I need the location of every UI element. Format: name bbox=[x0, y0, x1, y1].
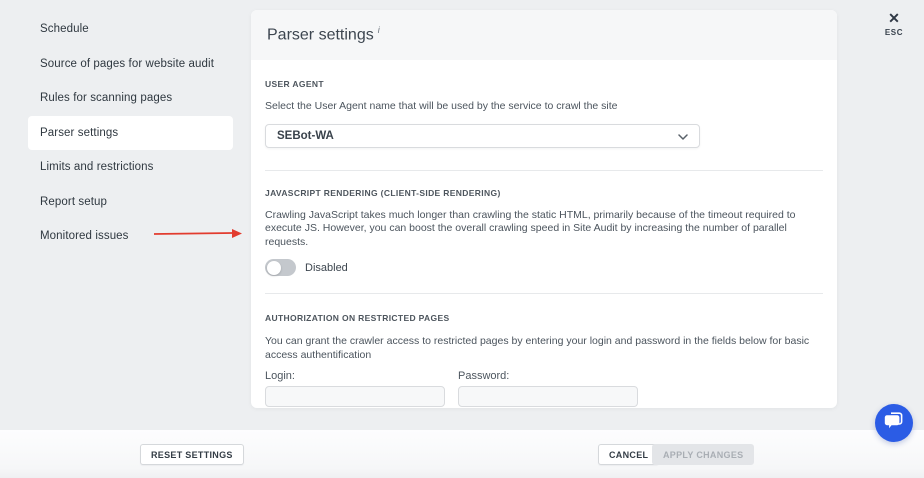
page-title: Parser settings i bbox=[267, 25, 380, 44]
sidebar-item-source-of-pages[interactable]: Source of pages for website audit bbox=[28, 47, 233, 82]
login-label: Login: bbox=[265, 370, 295, 382]
user-agent-description: Select the User Agent name that will be … bbox=[265, 100, 618, 112]
settings-sidebar: Schedule Source of pages for website aud… bbox=[28, 12, 233, 254]
login-input[interactable] bbox=[265, 386, 445, 407]
login-field-group: Login: bbox=[265, 370, 445, 407]
info-mark-icon[interactable]: i bbox=[378, 25, 380, 35]
sidebar-item-parser-settings[interactable]: Parser settings bbox=[28, 115, 233, 150]
sidebar-item-limits-restrictions[interactable]: Limits and restrictions bbox=[28, 150, 233, 185]
parser-settings-panel: Parser settings i USER AGENT Select the U… bbox=[251, 10, 837, 408]
user-agent-section-label: USER AGENT bbox=[265, 79, 324, 89]
esc-hint-label: ESC bbox=[884, 28, 904, 37]
section-divider bbox=[265, 169, 823, 171]
user-agent-selected-value: SEBot-WA bbox=[277, 129, 334, 142]
password-field-group: Password: bbox=[458, 370, 638, 407]
js-rendering-toggle[interactable] bbox=[265, 259, 296, 276]
authorization-description: You can grant the crawler access to rest… bbox=[265, 335, 810, 361]
close-button[interactable]: ✕ ESC bbox=[879, 11, 909, 38]
authorization-section-label: AUTHORIZATION ON RESTRICTED PAGES bbox=[265, 313, 450, 323]
panel-header: Parser settings i bbox=[251, 10, 837, 60]
red-annotation-arrow bbox=[153, 226, 242, 238]
section-divider bbox=[265, 293, 823, 294]
password-input[interactable] bbox=[458, 386, 638, 407]
reset-settings-button[interactable]: RESET SETTINGS bbox=[140, 444, 244, 465]
chevron-down-icon bbox=[678, 127, 688, 145]
footer-bar: RESET SETTINGS CANCEL APPLY CHANGES bbox=[0, 430, 924, 478]
chat-bubble-icon bbox=[883, 410, 905, 437]
close-icon[interactable]: ✕ bbox=[879, 11, 909, 26]
cancel-button[interactable]: CANCEL bbox=[598, 444, 660, 465]
password-label: Password: bbox=[458, 370, 510, 382]
sidebar-item-schedule[interactable]: Schedule bbox=[28, 12, 233, 47]
toggle-state-label: Disabled bbox=[305, 261, 348, 274]
toggle-knob bbox=[266, 260, 281, 275]
js-rendering-description: Crawling JavaScript takes much longer th… bbox=[265, 208, 796, 248]
chat-widget-button[interactable] bbox=[875, 404, 913, 442]
sidebar-item-report-setup[interactable]: Report setup bbox=[28, 185, 233, 220]
user-agent-dropdown[interactable]: SEBot-WA bbox=[265, 123, 700, 148]
js-rendering-section-label: JAVASCRIPT RENDERING (CLIENT-SIDE RENDER… bbox=[265, 187, 501, 198]
apply-changes-button[interactable]: APPLY CHANGES bbox=[652, 444, 755, 465]
sidebar-item-rules-for-scanning[interactable]: Rules for scanning pages bbox=[28, 81, 233, 116]
